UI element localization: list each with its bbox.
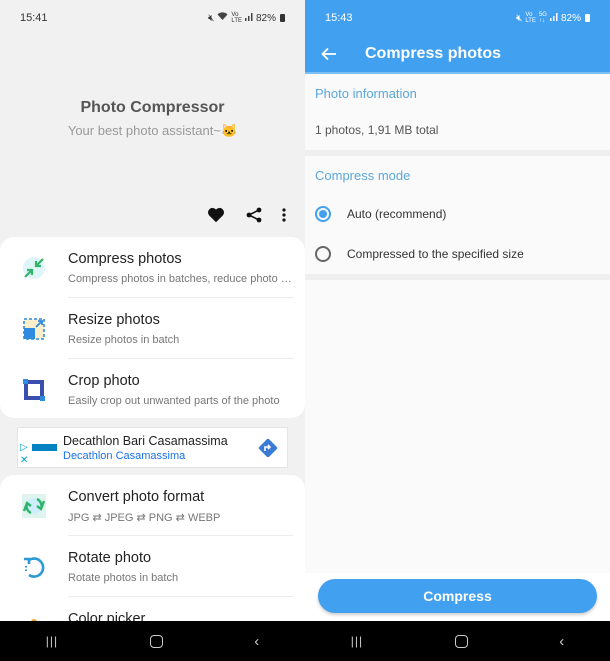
- recent-apps-icon[interactable]: |||: [351, 634, 363, 648]
- system-nav-bar: ||| ‹: [305, 621, 610, 661]
- tool-color-picker[interactable]: Color picker: [0, 597, 305, 621]
- compress-icon: [23, 257, 45, 279]
- signal-icon: [244, 12, 253, 24]
- app-title: Photo Compressor: [80, 99, 225, 116]
- tool-rotate-photo[interactable]: Rotate photo Rotate photos in batch: [0, 536, 305, 597]
- crop-icon: [23, 379, 45, 401]
- home-icon[interactable]: [454, 634, 468, 648]
- data-icon: 5G ↑↓: [538, 12, 547, 24]
- header-actions: [197, 205, 295, 225]
- share-icon: [246, 207, 262, 223]
- tool-resize-photos[interactable]: Resize photos Resize photos in batch: [0, 298, 305, 359]
- heart-icon: [208, 207, 224, 223]
- status-icons: 🔇︎ Vo LTE 82%: [208, 12, 285, 24]
- compress-button[interactable]: Compress: [318, 579, 597, 613]
- rotate-icon: [24, 557, 45, 578]
- mute-icon: 🔇︎: [516, 12, 523, 24]
- page-title: Compress photos: [365, 45, 502, 62]
- battery-icon: [280, 14, 285, 22]
- signal-icon: [549, 12, 558, 24]
- mode-auto-option[interactable]: Auto (recommend): [305, 194, 610, 234]
- tool-crop-photo[interactable]: Crop photo Easily crop out unwanted part…: [0, 359, 305, 420]
- compress-mode-heading: Compress mode: [315, 168, 411, 183]
- home-screen: 15:41 🔇︎ Vo LTE 82% Photo Compressor Your…: [0, 0, 305, 621]
- directions-icon[interactable]: [257, 437, 279, 459]
- back-button[interactable]: [305, 47, 353, 61]
- photo-info-section: Photo information 1 photos, 1,91 MB tota…: [305, 74, 610, 150]
- resize-icon: [23, 318, 45, 340]
- back-nav-icon[interactable]: ‹: [254, 633, 259, 650]
- mute-icon: 🔇︎: [208, 12, 215, 24]
- tool-subtitle: Easily crop out unwanted parts of the ph…: [68, 395, 280, 407]
- compress-mode-section: Compress mode Auto (recommend) Compresse…: [305, 156, 610, 274]
- status-time: 15:41: [20, 12, 48, 24]
- ad-banner[interactable]: ▷ ✕ Decathlon Bari Casamassima Decathlon…: [17, 427, 288, 468]
- mode-label: Auto (recommend): [347, 207, 447, 221]
- more-vert-icon: [282, 208, 286, 222]
- battery-percent: 82%: [560, 12, 581, 24]
- status-icons: 🔇︎ Vo LTE 5G ↑↓ 82%: [516, 12, 590, 24]
- volte-icon: Vo LTE: [525, 12, 536, 24]
- battery-icon: [585, 14, 590, 22]
- status-time: 15:43: [325, 12, 353, 24]
- tool-subtitle: Resize photos in batch: [68, 334, 180, 346]
- status-bar: 15:41 🔇︎ Vo LTE 82%: [0, 0, 305, 36]
- color-picker-icon: [31, 619, 37, 621]
- tool-compress-photos[interactable]: Compress photos Compress photos in batch…: [0, 237, 305, 298]
- tools-card-2: Convert photo format JPG ⇄ JPEG ⇄ PNG ⇄ …: [0, 475, 305, 621]
- compress-screen: 15:43 🔇︎ Vo LTE 5G ↑↓ 82% Compress photos …: [305, 0, 610, 621]
- recent-apps-icon[interactable]: |||: [46, 634, 58, 648]
- tool-title: Rotate photo: [68, 550, 152, 566]
- app-bar: Compress photos: [305, 36, 610, 74]
- tool-subtitle: JPG ⇄ JPEG ⇄ PNG ⇄ WEBP: [68, 512, 221, 524]
- tool-title: Color picker: [68, 611, 146, 621]
- home-icon[interactable]: [149, 634, 163, 648]
- ad-subtitle: Decathlon Casamassima: [63, 450, 186, 462]
- mode-specified-size-option[interactable]: Compressed to the specified size: [305, 234, 610, 274]
- ad-close-icon[interactable]: ✕: [20, 455, 28, 466]
- photo-info-heading: Photo information: [315, 86, 417, 101]
- photo-info-text: 1 photos, 1,91 MB total: [315, 123, 439, 137]
- radio-unselected[interactable]: [315, 246, 331, 262]
- mode-label: Compressed to the specified size: [347, 247, 524, 261]
- footer-bar: Compress: [305, 573, 610, 621]
- section-divider: [305, 274, 610, 280]
- system-nav-bar: ||| ‹: [0, 621, 305, 661]
- tool-convert-format[interactable]: Convert photo format JPG ⇄ JPEG ⇄ PNG ⇄ …: [0, 475, 305, 536]
- tool-subtitle: Compress photos in batches, reduce photo…: [68, 273, 292, 285]
- back-nav-icon[interactable]: ‹: [559, 633, 564, 650]
- status-bar: 15:43 🔇︎ Vo LTE 5G ↑↓ 82%: [305, 0, 610, 36]
- more-options-button[interactable]: [273, 205, 295, 225]
- app-subtitle: Your best photo assistant~🐱: [67, 123, 238, 138]
- wifi-icon: [217, 12, 228, 24]
- ad-choices-icon[interactable]: ▷: [20, 442, 28, 453]
- tool-title: Convert photo format: [68, 489, 205, 505]
- tool-title: Resize photos: [68, 312, 160, 328]
- convert-icon: [22, 494, 46, 518]
- ad-title: Decathlon Bari Casamassima: [63, 434, 228, 448]
- share-button[interactable]: [235, 205, 273, 225]
- tools-card-1: Compress photos Compress photos in batch…: [0, 237, 305, 418]
- favorite-button[interactable]: [197, 205, 235, 225]
- tool-title: Compress photos: [68, 251, 182, 267]
- radio-selected[interactable]: [315, 206, 331, 222]
- tool-subtitle: Rotate photos in batch: [68, 572, 179, 584]
- tool-title: Crop photo: [68, 373, 140, 389]
- arrow-back-icon: [321, 47, 336, 61]
- battery-percent: 82%: [255, 12, 276, 24]
- ad-brand-logo: [32, 444, 57, 451]
- volte-icon: Vo LTE: [231, 12, 242, 24]
